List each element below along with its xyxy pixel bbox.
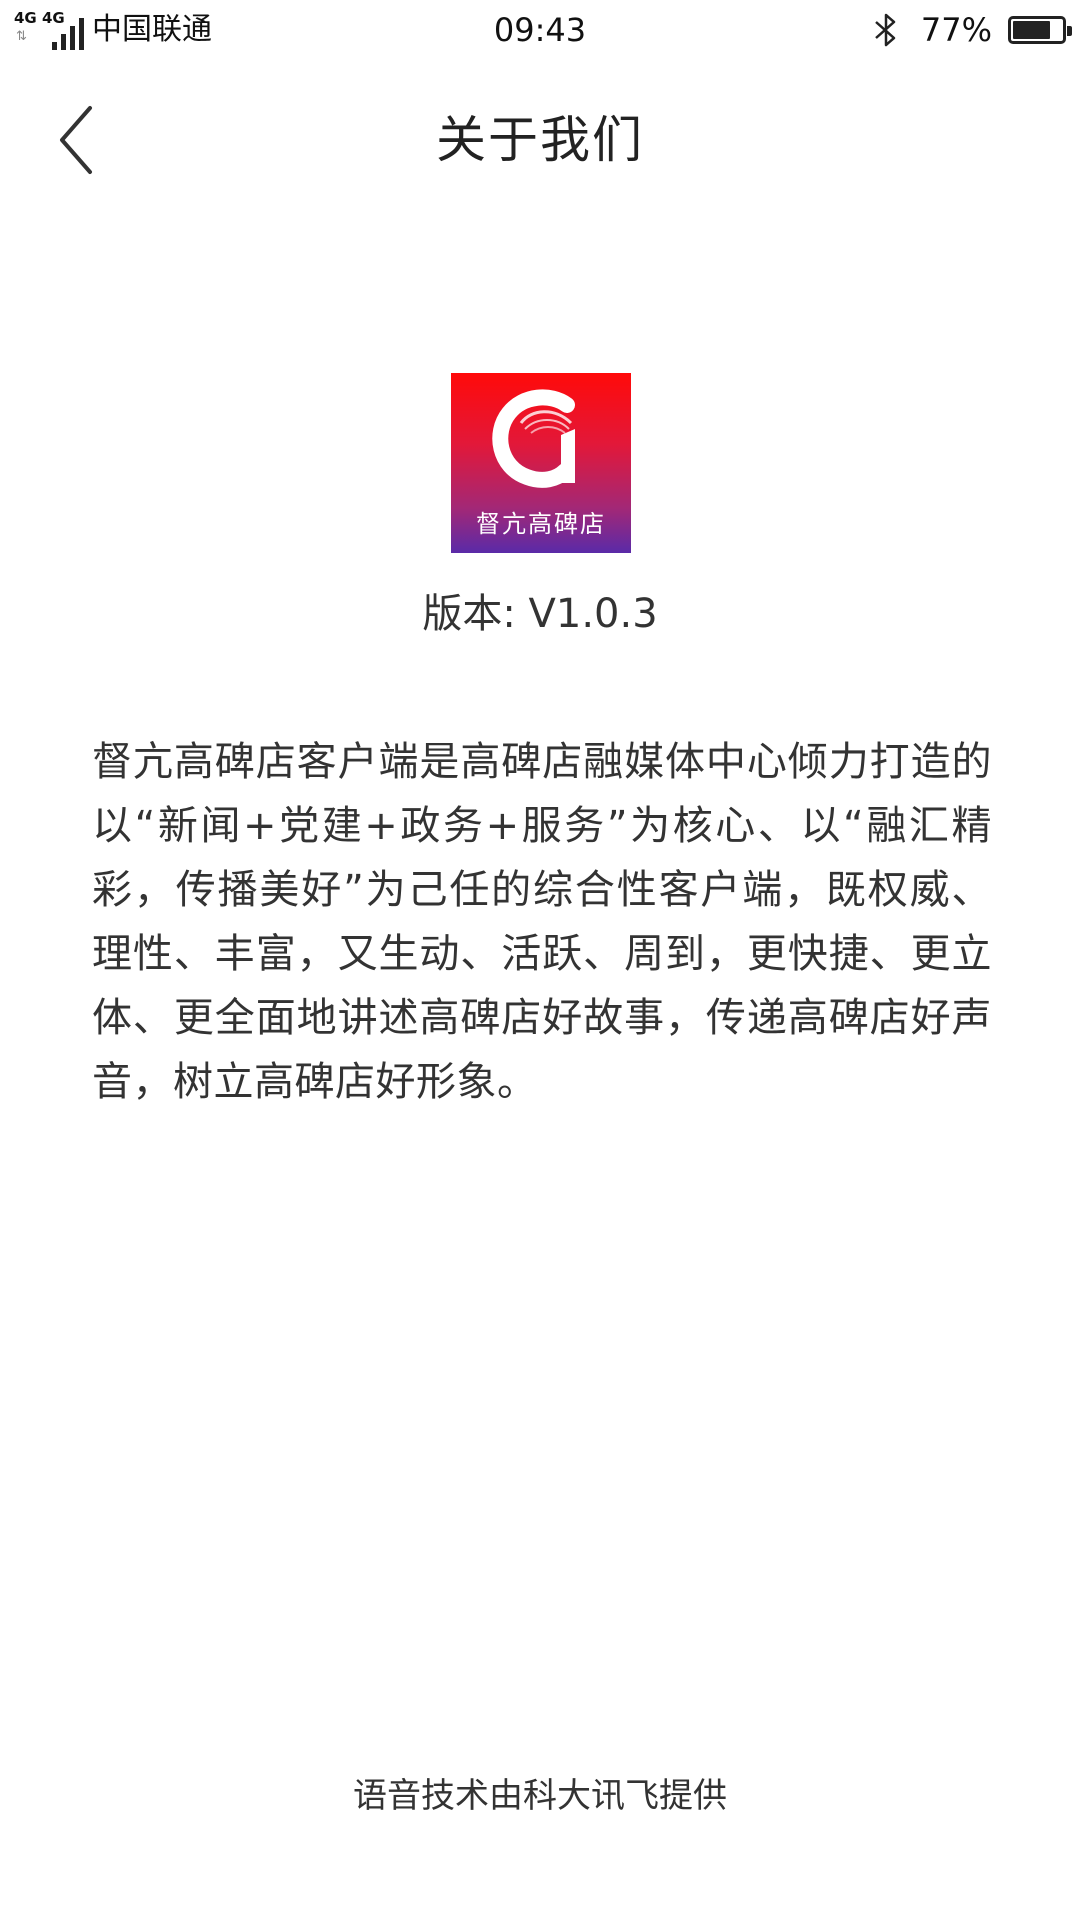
battery-percent: 77%	[920, 11, 992, 49]
status-right: 77%	[873, 8, 1072, 52]
app-logo: 督亢高碑店	[451, 373, 631, 553]
chevron-left-icon	[60, 106, 92, 174]
battery-fill	[1013, 21, 1050, 39]
logo-mark-icon	[492, 389, 575, 488]
logo-text: 督亢高碑店	[476, 510, 606, 538]
nav-bar: 关于我们	[0, 80, 1080, 200]
battery-tip	[1067, 26, 1072, 36]
back-button[interactable]	[40, 100, 120, 180]
version-label: 版本: V1.0.3	[422, 591, 658, 637]
voice-tech-credit: 语音技术由科大讯飞提供	[353, 1776, 727, 1816]
about-us-screen: 4G 4G ⇅ 中国联通 09:43 77% 关于我们 督亢高碑店 版本: V1…	[0, 0, 1080, 1920]
about-description: 督亢高碑店客户端是高碑店融媒体中心倾力打造的以“新闻+党建+政务+服务”为核心、…	[92, 739, 992, 1105]
page-title: 关于我们	[436, 111, 644, 169]
bluetooth-icon	[875, 13, 896, 47]
status-bar: 4G 4G ⇅ 中国联通 09:43 77%	[0, 0, 1080, 60]
battery-icon	[1008, 16, 1072, 44]
